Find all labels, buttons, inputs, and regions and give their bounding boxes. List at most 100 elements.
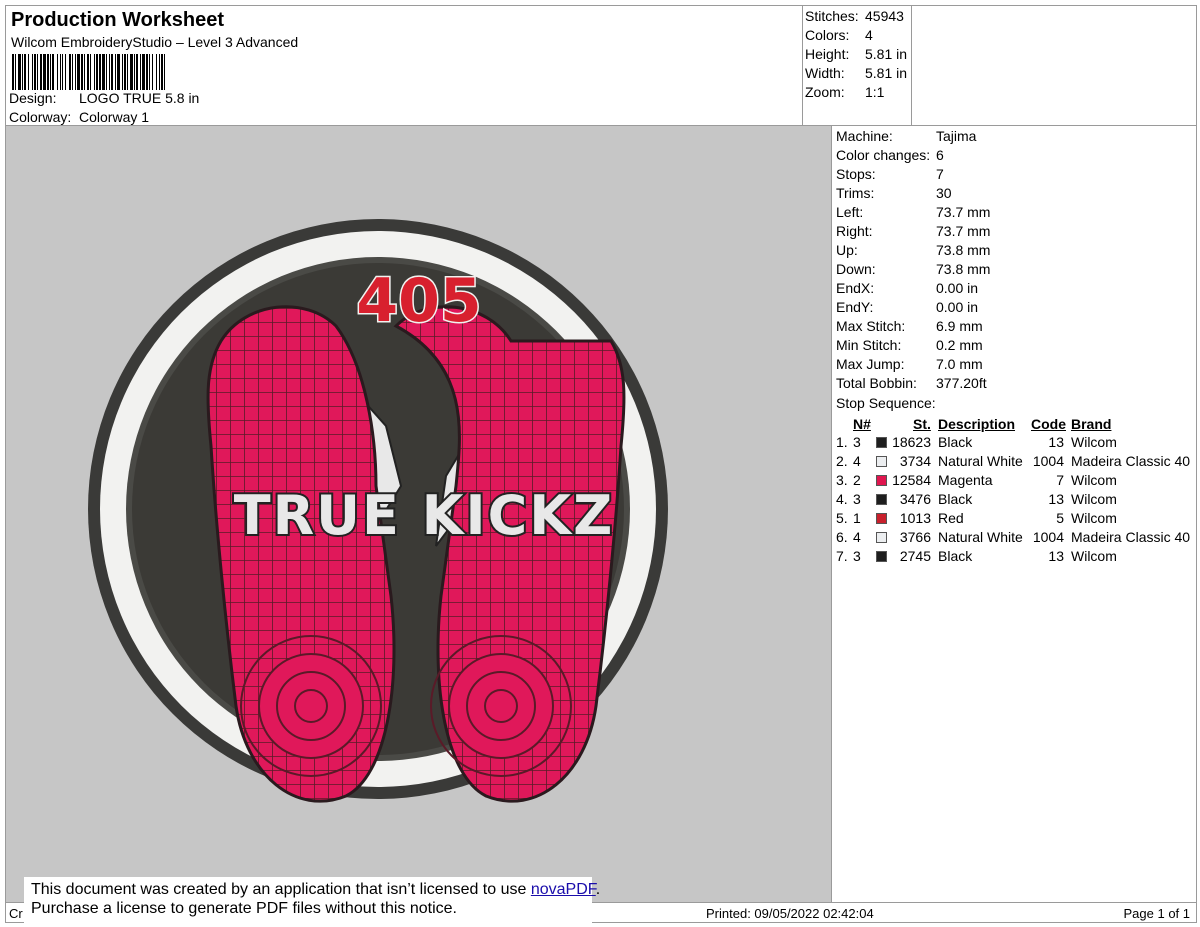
machine-value: 0.00 in xyxy=(936,299,979,315)
machine-label: Min Stitch: xyxy=(836,337,902,353)
notice-line-1-suffix: . xyxy=(595,881,601,898)
machine-value: 377.20ft xyxy=(936,375,987,391)
page-number: Page 1 of 1 xyxy=(1123,906,1191,921)
machine-value: 7 xyxy=(936,166,944,182)
thread-code: 1004 xyxy=(1032,453,1064,469)
design-label: Design: xyxy=(9,90,57,106)
stitch-count: 3766 xyxy=(899,529,931,545)
machine-info-panel: Machine: Tajima Color changes: 6 Stops: 7 Trim… xyxy=(831,125,1197,903)
color-swatch-icon xyxy=(876,456,887,467)
stitch-count: 12584 xyxy=(892,472,931,488)
machine-value: 73.8 mm xyxy=(936,242,991,258)
machine-label: Max Jump: xyxy=(836,356,905,372)
design-brand-text: TRUE KICKZ xyxy=(234,484,615,547)
col-header-code: Code xyxy=(1031,416,1066,432)
design-number-text: 405 xyxy=(356,266,481,336)
machine-value: 0.2 mm xyxy=(936,337,983,353)
notice-line-1-text: This document was created by an applicat… xyxy=(31,881,531,898)
thread-description: Black xyxy=(938,491,973,507)
row-index: 5. xyxy=(836,510,848,526)
machine-value: 73.7 mm xyxy=(936,204,991,220)
printed-timestamp: Printed: 09/05/2022 02:42:04 xyxy=(706,906,874,921)
machine-label: Machine: xyxy=(836,128,893,144)
machine-label: Total Bobbin: xyxy=(836,375,917,391)
thread-brand: Madeira Classic 40 xyxy=(1071,529,1191,545)
stitch-count: 3734 xyxy=(899,453,931,469)
machine-label: Trims: xyxy=(836,185,875,201)
design-preview: 405 TRUE KICKZ xyxy=(5,125,832,903)
needle-number: 3 xyxy=(853,434,861,450)
thread-code: 13 xyxy=(1048,548,1064,564)
thread-brand: Wilcom xyxy=(1071,491,1117,507)
row-index: 7. xyxy=(836,548,848,564)
stat-value: 5.81 in xyxy=(865,46,908,62)
thread-description: Black xyxy=(938,434,973,450)
stat-label: Colors: xyxy=(805,27,850,43)
row-index: 2. xyxy=(836,453,848,469)
notice-line-2: Purchase a license to generate PDF files… xyxy=(31,900,457,917)
machine-label: Stops: xyxy=(836,166,876,182)
thread-description: Natural White xyxy=(938,529,1023,545)
license-notice: This document was created by an applicat… xyxy=(24,877,600,923)
notice-line-1: This document was created by an applicat… xyxy=(31,881,600,899)
stat-value: 1:1 xyxy=(865,84,885,100)
machine-label: EndX: xyxy=(836,280,875,296)
stat-value: 5.81 in xyxy=(865,65,908,81)
thread-brand: Wilcom xyxy=(1071,548,1117,564)
color-swatch-icon xyxy=(876,494,887,505)
thread-description: Magenta xyxy=(938,472,993,488)
thread-code: 7 xyxy=(1056,472,1064,488)
machine-value: 30 xyxy=(936,185,952,201)
col-header-brand: Brand xyxy=(1071,416,1112,432)
thread-code: 13 xyxy=(1048,491,1064,507)
col-header-st: St. xyxy=(913,416,931,432)
barcode-icon xyxy=(12,54,165,90)
thread-description: Red xyxy=(938,510,964,526)
needle-number: 3 xyxy=(853,491,861,507)
needle-number: 4 xyxy=(853,453,861,469)
machine-label: Max Stitch: xyxy=(836,318,906,334)
colorway-value: Colorway 1 xyxy=(79,109,150,125)
row-index: 6. xyxy=(836,529,848,545)
thread-brand: Wilcom xyxy=(1071,472,1117,488)
thread-description: Natural White xyxy=(938,453,1023,469)
stats-panel: Stitches: 45943 Colors: 4 Height: 5.81 in Widt… xyxy=(802,5,1197,126)
design-value: LOGO TRUE 5.8 in xyxy=(79,90,200,106)
machine-label: Left: xyxy=(836,204,864,220)
machine-label: Down: xyxy=(836,261,876,277)
machine-value: 6.9 mm xyxy=(936,318,983,334)
stop-sequence-title: Stop Sequence: xyxy=(836,395,936,411)
thread-code: 1004 xyxy=(1032,529,1064,545)
col-header-n: N# xyxy=(853,416,871,432)
row-index: 1. xyxy=(836,434,848,450)
stat-value: 45943 xyxy=(865,8,904,24)
needle-number: 3 xyxy=(853,548,861,564)
needle-number: 1 xyxy=(853,510,861,526)
header-panel: Production Worksheet Wilcom EmbroiderySt… xyxy=(5,5,803,126)
page-title: Production Worksheet xyxy=(11,9,224,31)
novapdf-link[interactable]: novaPDF xyxy=(531,881,596,898)
color-swatch-icon xyxy=(876,532,887,543)
thread-code: 13 xyxy=(1048,434,1064,450)
colorway-label: Colorway: xyxy=(9,109,72,125)
col-header-description: Description xyxy=(938,416,1016,432)
row-index: 4. xyxy=(836,491,848,507)
thread-brand: Wilcom xyxy=(1071,434,1117,450)
stitch-count: 3476 xyxy=(899,491,931,507)
software-name: Wilcom EmbroideryStudio – Level 3 Advanc… xyxy=(11,34,299,50)
color-swatch-icon xyxy=(876,513,887,524)
machine-label: Color changes: xyxy=(836,147,931,163)
machine-value: 0.00 in xyxy=(936,280,979,296)
needle-number: 2 xyxy=(853,472,861,488)
machine-value: Tajima xyxy=(936,128,977,144)
stat-value: 4 xyxy=(865,27,873,43)
embroidery-design: 405 TRUE KICKZ xyxy=(88,219,668,803)
machine-label: Up: xyxy=(836,242,858,258)
stat-label: Zoom: xyxy=(805,84,845,100)
stat-label: Stitches: xyxy=(805,8,859,24)
color-swatch-icon xyxy=(876,437,887,448)
stitch-count: 1013 xyxy=(899,510,931,526)
machine-value: 73.8 mm xyxy=(936,261,991,277)
machine-value: 6 xyxy=(936,147,944,163)
stat-label: Width: xyxy=(805,65,845,81)
